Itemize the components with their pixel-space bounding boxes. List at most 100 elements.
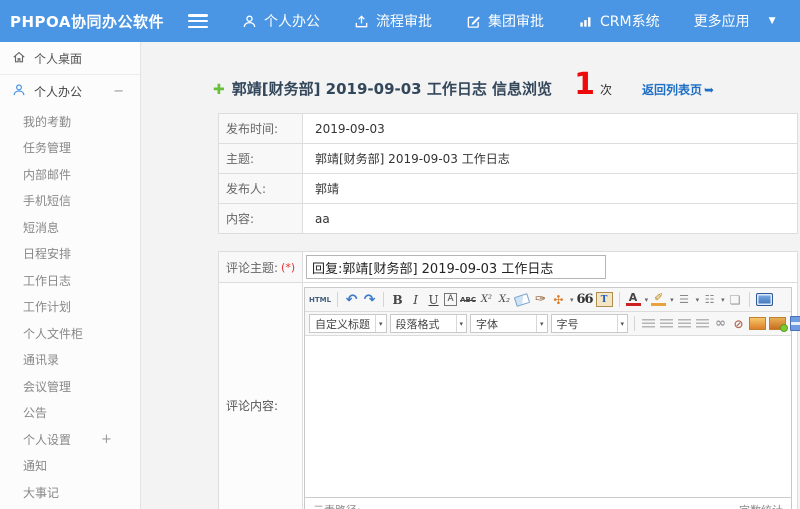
nav-label: 更多应用 [693,14,750,30]
sidebar-item-internal-mail[interactable]: 内部邮件 [0,161,140,188]
font-family-dropdown[interactable]: 字体 ▾ [470,314,548,333]
blockquote-button[interactable]: 66 [576,291,593,308]
new-document-icon[interactable]: ❏ [728,291,743,308]
chevron-down-icon[interactable]: ▾ [570,296,574,304]
insert-link-icon[interactable]: ∞ [713,315,728,332]
chevron-down-icon: ▾ [455,315,467,332]
highlight-color-icon[interactable]: ✐ [651,292,667,306]
nav-crm[interactable]: CRM系统 [578,11,660,31]
font-size-dropdown[interactable]: 字号 ▾ [550,314,629,333]
back-to-list-link[interactable]: 返回列表页 ➥ [642,81,714,98]
insert-image-icon[interactable] [749,315,767,332]
sidebar-item-major-events[interactable]: 大事记 [0,479,140,506]
font-border-button[interactable]: A [444,293,458,306]
brand-logo[interactable]: PHPOA协同办公软件 [10,11,188,32]
subscript-button[interactable]: X₂ [497,291,512,308]
nav-label: CRM系统 [600,14,660,30]
sidebar-item-attendance[interactable]: 我的考勤 [0,108,140,135]
ordered-list-icon[interactable]: ☰ [677,291,692,308]
unordered-list-icon[interactable]: ☷ [702,291,717,308]
nav-flow-approval[interactable]: 流程审批 [354,11,432,31]
word-count-label[interactable]: 字数统计 [739,502,783,509]
remove-link-icon[interactable]: ⊘ [731,315,746,332]
chevron-down-icon: ▾ [536,315,547,332]
nav-group-approval[interactable]: 集团审批 [466,11,544,31]
custom-title-dropdown[interactable]: 自定义标题 ▾ [309,314,387,333]
autotypeset-icon[interactable]: ✣ [551,291,566,308]
eraser-icon[interactable] [514,291,531,308]
chevron-down-icon[interactable]: ▾ [696,296,700,304]
sidebar-item-short-message[interactable]: 短消息 [0,214,140,241]
editor-toolbar-row2: 自定义标题 ▾ 段落格式 ▾ 字体 ▾ 字号 ▾ ∞ ⊘ [305,312,800,336]
sidebar-item-personal-settings[interactable]: 个人设置 + [0,426,140,453]
row-value: 郭靖[财务部] 2019-09-03 工作日志 [303,144,797,173]
main-content: ✚ 郭靖[财务部] 2019-09-03 工作日志 信息浏览 1 次 返回列表页… [141,42,800,509]
chevron-down-icon[interactable]: ▼ [769,16,776,26]
nav-label: 个人办公 [264,14,320,30]
nav-personal-office[interactable]: 个人办公 [242,11,320,31]
strikethrough-button[interactable]: ABC [460,291,476,308]
superscript-button[interactable]: X² [479,291,494,308]
sidebar-item-announcement[interactable]: 公告 [0,400,140,427]
row-value: 2019-09-03 [303,114,797,143]
table-row: 发布时间: 2019-09-03 [219,114,797,144]
element-path-label: 元素路径: [313,502,361,509]
row-label: 内容: [219,204,303,233]
underline-button[interactable]: U [426,291,441,308]
screenshot-image-icon[interactable] [769,315,789,332]
group-approve-icon [466,14,481,29]
preview-monitor-icon[interactable] [755,291,773,308]
hamburger-menu-icon[interactable] [188,14,208,28]
content-label: 评论内容: [219,283,303,509]
editor-toolbar-row1: HTML ↶ ↷ B I U A ABC X² X₂ ✑ ✣ ▾ 66 T A … [305,288,791,312]
align-right-icon[interactable] [677,315,692,332]
user-icon [242,14,257,29]
sidebar-item-file-cabinet[interactable]: 个人文件柜 [0,320,140,347]
italic-button[interactable]: I [408,291,423,308]
sidebar-section-personal-office[interactable]: 个人办公 − [0,75,140,108]
crm-chart-icon [578,14,593,29]
info-table: 发布时间: 2019-09-03 主题: 郭靖[财务部] 2019-09-03 … [218,113,798,234]
chevron-down-icon[interactable]: ▾ [670,296,674,304]
phpoa-app: PHPOA协同办公软件 个人办公 流程审批 集团审批 CRM系统 更多应用 ▼ … [0,0,800,509]
nav-label: 集团审批 [488,14,544,30]
expand-plus-icon[interactable]: + [101,432,112,447]
collapse-minus-icon[interactable]: − [113,84,124,99]
sidebar-item-work-plan[interactable]: 工作计划 [0,294,140,321]
sidebar-section-label: 个人办公 [34,85,83,99]
undo-icon[interactable]: ↶ [344,291,359,308]
editor-canvas[interactable] [305,336,791,497]
format-brush-icon[interactable]: ✑ [533,291,548,308]
sidebar-item-schedule[interactable]: 日程安排 [0,241,140,268]
paragraph-format-dropdown[interactable]: 段落格式 ▾ [389,314,468,333]
row-value: aa [303,204,797,233]
redo-icon[interactable]: ↷ [362,291,377,308]
editor-cell: HTML ↶ ↷ B I U A ABC X² X₂ ✑ ✣ ▾ 66 T A … [303,283,800,509]
comment-subject-input[interactable] [306,255,606,279]
nav-more-apps[interactable]: 更多应用 ▼ [694,11,776,31]
align-justify-icon[interactable] [695,315,710,332]
insert-media-icon[interactable] [789,315,800,332]
return-arrow-icon: ➥ [703,82,715,97]
chevron-down-icon: ▾ [375,315,386,332]
align-left-icon[interactable] [641,315,656,332]
bold-button[interactable]: B [390,291,405,308]
sidebar-item-tasks[interactable]: 任务管理 [0,135,140,162]
sidebar-item-work-log[interactable]: 工作日志 [0,267,140,294]
sidebar-item-sms[interactable]: 手机短信 [0,188,140,215]
chevron-down-icon: ▾ [616,315,628,332]
sidebar-item-meetings[interactable]: 会议管理 [0,373,140,400]
align-center-icon[interactable] [659,315,674,332]
chevron-down-icon[interactable]: ▾ [645,296,649,304]
html-source-button[interactable]: HTML [309,291,331,308]
views-unit-label: 次 [599,83,612,97]
row-label: 发布时间: [219,114,303,143]
top-nav: 个人办公 流程审批 集团审批 CRM系统 更多应用 ▼ [242,11,776,31]
sidebar-item-notifications[interactable]: 通知 [0,453,140,480]
chevron-down-icon[interactable]: ▾ [721,296,725,304]
subject-row: 评论主题: (*) [219,252,797,283]
font-color-button[interactable]: A [625,292,641,306]
sidebar-item-contacts[interactable]: 通讯录 [0,347,140,374]
sidebar-item-desktop[interactable]: 个人桌面 [0,42,140,75]
paste-plain-icon[interactable]: T [595,292,613,307]
